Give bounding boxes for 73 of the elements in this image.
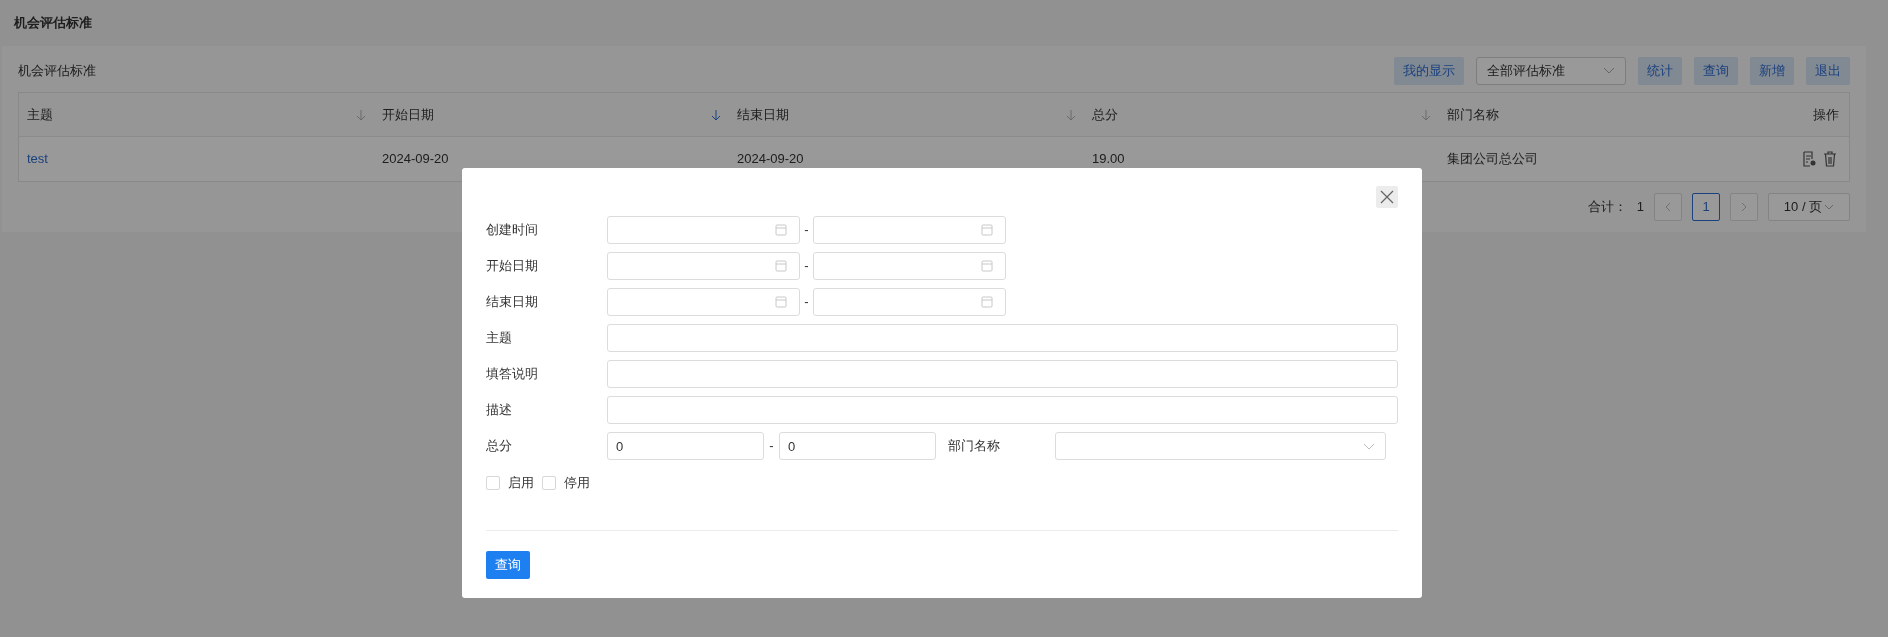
- toolbar-button[interactable]: 新增: [1750, 57, 1794, 85]
- field-label: 创建时间: [486, 221, 539, 240]
- calendar-icon: [775, 224, 787, 236]
- calendar-icon: [981, 260, 993, 272]
- calendar-icon: [775, 260, 787, 272]
- calendar-icon: [981, 224, 993, 236]
- close-button[interactable]: [1376, 186, 1398, 208]
- total-label: 合计：: [1587, 198, 1627, 217]
- range-dash: -: [803, 293, 810, 312]
- column-header: 结束日期: [737, 105, 789, 124]
- field-label: 结束日期: [486, 293, 539, 312]
- panel-title: 机会评估标准: [18, 62, 96, 81]
- chevron-down-icon: [1824, 204, 1835, 210]
- number-field[interactable]: 0: [779, 432, 936, 460]
- sort-arrow-icon[interactable]: [356, 108, 366, 121]
- sort-arrow-icon[interactable]: [711, 108, 721, 121]
- trash-icon[interactable]: [1823, 151, 1837, 167]
- page-size-dropdown[interactable]: 10 / 页: [1768, 193, 1850, 221]
- date-field[interactable]: [813, 252, 1006, 280]
- chevron-down-icon: [1363, 442, 1375, 450]
- previous-page-button[interactable]: [1654, 193, 1682, 221]
- filter-dropdown[interactable]: 全部评估标准: [1476, 57, 1626, 85]
- field-label: 填答说明: [486, 365, 539, 384]
- date-field[interactable]: [813, 216, 1006, 244]
- field-label: 部门名称: [947, 437, 1001, 456]
- date-field[interactable]: [607, 216, 800, 244]
- range-dash: -: [803, 257, 810, 276]
- page-title: 机会评估标准: [14, 14, 92, 33]
- table-cell: 19.00: [1092, 151, 1125, 167]
- table-cell: 2024-09-20: [737, 151, 804, 167]
- checkbox[interactable]: [486, 476, 500, 490]
- field-label: 描述: [486, 401, 513, 420]
- chevron-down-icon: [1603, 67, 1615, 75]
- toolbar-button[interactable]: 退出: [1806, 57, 1850, 85]
- column-header: 主题: [27, 105, 53, 124]
- number-field[interactable]: 0: [607, 432, 764, 460]
- column-header: 操作: [1813, 105, 1839, 124]
- table-cell: 集团公司总公司: [1447, 151, 1538, 167]
- department-dropdown[interactable]: [1055, 432, 1386, 460]
- total-count: 1: [1636, 198, 1644, 217]
- close-icon: [1380, 190, 1394, 204]
- column-header: 总分: [1092, 105, 1118, 124]
- subject-link[interactable]: test: [27, 151, 48, 167]
- calendar-icon: [775, 296, 787, 308]
- field-label: 总分: [486, 437, 513, 456]
- checkbox-label: 停用: [564, 474, 590, 493]
- date-field[interactable]: [607, 288, 800, 316]
- column-header: 开始日期: [382, 105, 434, 124]
- table-cell: 2024-09-20: [382, 151, 449, 167]
- range-dash: -: [803, 221, 810, 240]
- calendar-icon: [981, 296, 993, 308]
- chevron-right-icon: [1741, 202, 1747, 212]
- toolbar-button[interactable]: 统计: [1638, 57, 1682, 85]
- checkbox[interactable]: [542, 476, 556, 490]
- field-label: 开始日期: [486, 257, 539, 276]
- toolbar-button[interactable]: 查询: [1694, 57, 1738, 85]
- checkbox-label: 启用: [508, 474, 534, 493]
- text-field[interactable]: [607, 360, 1398, 388]
- chevron-left-icon: [1665, 202, 1671, 212]
- next-page-button[interactable]: [1730, 193, 1758, 221]
- search-submit-button[interactable]: 查询: [486, 551, 530, 579]
- sort-arrow-icon[interactable]: [1421, 108, 1431, 121]
- column-header: 部门名称: [1447, 105, 1499, 124]
- document-view-icon[interactable]: [1801, 151, 1817, 167]
- range-dash: -: [768, 437, 775, 456]
- page-button[interactable]: 1: [1692, 193, 1720, 221]
- date-field[interactable]: [607, 252, 800, 280]
- text-field[interactable]: [607, 324, 1398, 352]
- date-field[interactable]: [813, 288, 1006, 316]
- sort-arrow-icon[interactable]: [1066, 108, 1076, 121]
- field-label: 主题: [486, 329, 513, 348]
- text-field[interactable]: [607, 396, 1398, 424]
- toolbar-button[interactable]: 我的显示: [1394, 57, 1464, 85]
